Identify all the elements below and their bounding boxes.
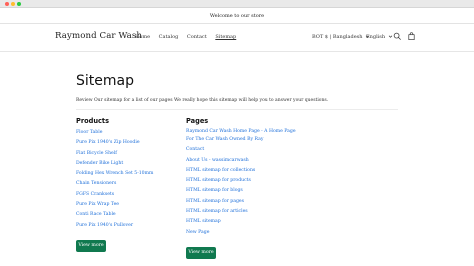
maximize-window-icon[interactable] [17,2,21,6]
product-link[interactable]: Chain Tensioners [76,179,153,189]
announcement-text: Welcome to our store [209,13,265,19]
page-link[interactable]: HTML sitemap [186,217,296,227]
product-link[interactable]: FGFS Cranksets [76,190,153,200]
page-link[interactable]: Raymond Car Wash Home Page - A Home Page [186,128,296,135]
nav-contact[interactable]: Contact [187,34,207,40]
products-section: Products Floor Table Pure Pix 1940's Zip… [76,117,153,252]
browser-chrome [0,0,474,8]
pages-list: Raymond Car Wash Home Page - A Home Page… [186,128,296,238]
product-link[interactable]: Flat Bicycle Shelf [76,149,153,159]
page-description: Review Our sitemap for a list of our pag… [76,98,329,103]
product-link[interactable]: Folding Hex Wrench Set 5-10mm [76,169,153,179]
page-link[interactable]: HTML sitemap for collections [186,166,296,176]
language-selector[interactable]: English [366,34,393,40]
page-link[interactable]: HTML sitemap for blogs [186,186,296,196]
product-link[interactable]: Conti Race Table [76,210,153,220]
search-icon[interactable] [393,32,402,41]
pages-view-more-button[interactable]: View more [186,246,216,259]
page-title: Sitemap [76,73,134,89]
store-logo[interactable]: Raymond Car Wash [55,31,142,41]
page-link[interactable]: For The Car Wash Owned By Ray [186,135,296,145]
page-link[interactable]: HTML sitemap for products [186,176,296,186]
chevron-down-icon [388,35,392,38]
country-selector[interactable]: BOT $ | Bangladesh [312,34,370,40]
page-link[interactable]: HTML sitemap for articles [186,207,296,217]
page-link[interactable]: About Us - wassimcarwash [186,156,296,166]
site-header: Raymond Car Wash Home Catalog Contact Si… [0,24,474,52]
product-link[interactable]: Pure Pix 1940's Pullover [76,221,153,231]
announcement-bar: Welcome to our store [0,8,474,24]
pages-heading: Pages [186,117,209,125]
nav-sitemap[interactable]: Sitemap [215,34,236,40]
product-link[interactable]: Pure Pix Wrap Tee [76,200,153,210]
country-label: BOT $ | Bangladesh [312,34,363,40]
products-view-more-button[interactable]: View more [76,239,106,252]
nav-catalog[interactable]: Catalog [159,34,179,40]
minimize-window-icon[interactable] [11,2,15,6]
page-link[interactable]: New Page [186,228,296,238]
product-link[interactable]: Defender Bike Light [76,159,153,169]
products-heading: Products [76,117,110,125]
page-link[interactable]: Contact [186,145,296,155]
page-link[interactable]: HTML sitemap for pages [186,197,296,207]
close-window-icon[interactable] [5,2,9,6]
product-link[interactable]: Floor Table [76,128,153,138]
products-list: Floor Table Pure Pix 1940's Zip Hoodie F… [76,128,153,231]
language-label: English [366,34,386,40]
pages-section: Pages Raymond Car Wash Home Page - A Hom… [186,117,296,259]
product-link[interactable]: Pure Pix 1940's Zip Hoodie [76,138,153,148]
divider [76,109,398,110]
nav-home[interactable]: Home [135,34,150,40]
main-nav: Home Catalog Contact Sitemap [135,34,243,40]
cart-icon[interactable] [407,32,416,41]
